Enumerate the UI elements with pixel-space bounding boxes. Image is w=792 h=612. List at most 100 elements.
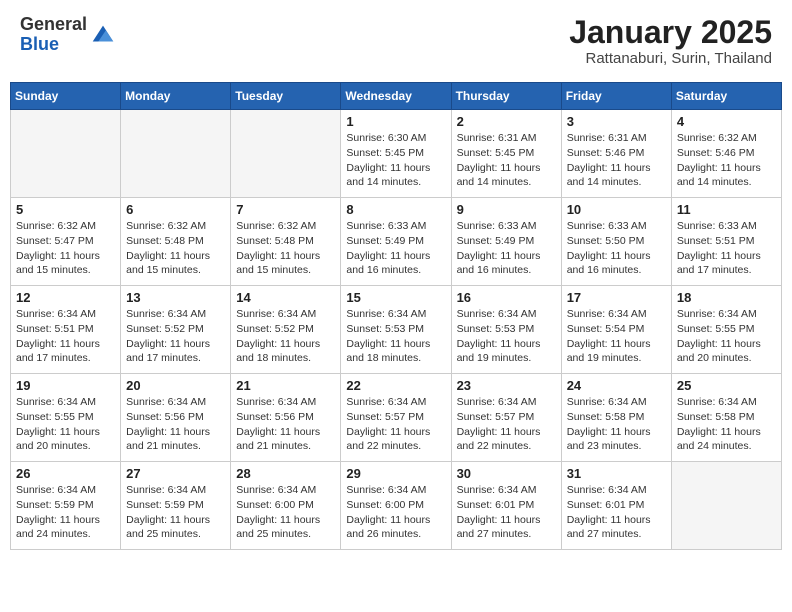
calendar-day-cell: 23Sunrise: 6:34 AMSunset: 5:57 PMDayligh… <box>451 374 561 462</box>
calendar-day-cell: 13Sunrise: 6:34 AMSunset: 5:52 PMDayligh… <box>121 286 231 374</box>
day-number: 11 <box>677 202 776 217</box>
day-info: Sunrise: 6:34 AMSunset: 5:58 PMDaylight:… <box>567 395 666 454</box>
calendar-day-cell: 15 Sunrise: 6:34 AMSunset: 5:53 PMDayligh… <box>341 286 451 374</box>
day-info: Sunrise: 6:34 AMSunset: 6:01 PMDaylight:… <box>457 483 556 542</box>
calendar-day-cell: 20 Sunrise: 6:34 AMSunset: 5:56 PMDayligh… <box>121 374 231 462</box>
calendar-day-cell: 27 Sunrise: 6:34 AMSunset: 5:59 PMDayligh… <box>121 462 231 550</box>
calendar-week-row: 26Sunrise: 6:34 AMSunset: 5:59 PMDayligh… <box>11 462 782 550</box>
day-number: 8 <box>346 202 445 217</box>
calendar-day-cell <box>231 110 341 198</box>
calendar-day-cell <box>671 462 781 550</box>
weekday-header: Saturday <box>671 83 781 110</box>
weekday-header: Sunday <box>11 83 121 110</box>
calendar-day-cell <box>121 110 231 198</box>
calendar-header-row: SundayMondayTuesdayWednesdayThursdayFrid… <box>11 83 782 110</box>
calendar-day-cell: 30Sunrise: 6:34 AMSunset: 6:01 PMDayligh… <box>451 462 561 550</box>
weekday-header: Thursday <box>451 83 561 110</box>
calendar-day-cell: 5Sunrise: 6:32 AMSunset: 5:47 PMDaylight… <box>11 198 121 286</box>
day-info: Sunrise: 6:34 AMSunset: 5:55 PMDaylight:… <box>677 307 776 366</box>
calendar-week-row: 1 Sunrise: 6:30 AMSunset: 5:45 PMDaylight… <box>11 110 782 198</box>
day-info: Sunrise: 6:31 AMSunset: 5:45 PMDaylight:… <box>457 131 556 190</box>
calendar-day-cell: 9 Sunrise: 6:33 AMSunset: 5:49 PMDaylight… <box>451 198 561 286</box>
day-info: Sunrise: 6:34 AMSunset: 5:57 PMDaylight:… <box>346 395 445 454</box>
day-info: Sunrise: 6:34 AMSunset: 5:59 PMDaylight:… <box>16 483 115 542</box>
day-info: Sunrise: 6:33 AMSunset: 5:49 PMDaylight:… <box>457 219 556 278</box>
day-info: Sunrise: 6:34 AMSunset: 5:53 PMDaylight:… <box>346 307 445 366</box>
month-title: January 2025 <box>569 15 772 50</box>
calendar-day-cell: 26Sunrise: 6:34 AMSunset: 5:59 PMDayligh… <box>11 462 121 550</box>
day-number: 19 <box>16 378 115 393</box>
day-number: 27 <box>126 466 225 481</box>
day-number: 15 <box>346 290 445 305</box>
day-info: Sunrise: 6:32 AMSunset: 5:46 PMDaylight:… <box>677 131 776 190</box>
day-number: 10 <box>567 202 666 217</box>
weekday-header: Friday <box>561 83 671 110</box>
day-number: 24 <box>567 378 666 393</box>
calendar-day-cell: 6Sunrise: 6:32 AMSunset: 5:48 PMDaylight… <box>121 198 231 286</box>
weekday-header: Wednesday <box>341 83 451 110</box>
day-info: Sunrise: 6:34 AMSunset: 5:56 PMDaylight:… <box>126 395 225 454</box>
logo-icon <box>89 21 117 49</box>
day-info: Sunrise: 6:33 AMSunset: 5:50 PMDaylight:… <box>567 219 666 278</box>
day-number: 7 <box>236 202 335 217</box>
calendar-day-cell: 14 Sunrise: 6:34 AMSunset: 5:52 PMDayligh… <box>231 286 341 374</box>
day-number: 4 <box>677 114 776 129</box>
day-number: 3 <box>567 114 666 129</box>
day-number: 18 <box>677 290 776 305</box>
calendar-day-cell: 1 Sunrise: 6:30 AMSunset: 5:45 PMDaylight… <box>341 110 451 198</box>
calendar-day-cell: 25Sunrise: 6:34 AMSunset: 5:58 PMDayligh… <box>671 374 781 462</box>
day-number: 5 <box>16 202 115 217</box>
weekday-header: Monday <box>121 83 231 110</box>
calendar-day-cell: 11Sunrise: 6:33 AMSunset: 5:51 PMDayligh… <box>671 198 781 286</box>
calendar-week-row: 12 Sunrise: 6:34 AMSunset: 5:51 PMDayligh… <box>11 286 782 374</box>
day-info: Sunrise: 6:34 AMSunset: 5:52 PMDaylight:… <box>236 307 335 366</box>
day-info: Sunrise: 6:34 AMSunset: 6:00 PMDaylight:… <box>236 483 335 542</box>
calendar-day-cell: 12 Sunrise: 6:34 AMSunset: 5:51 PMDayligh… <box>11 286 121 374</box>
day-number: 2 <box>457 114 556 129</box>
calendar-day-cell: 18 Sunrise: 6:34 AMSunset: 5:55 PMDayligh… <box>671 286 781 374</box>
logo-blue-text: Blue <box>20 34 59 54</box>
logo-general-text: General <box>20 14 87 34</box>
day-number: 21 <box>236 378 335 393</box>
day-info: Sunrise: 6:32 AMSunset: 5:48 PMDaylight:… <box>236 219 335 278</box>
day-info: Sunrise: 6:34 AMSunset: 5:53 PMDaylight:… <box>457 307 556 366</box>
page-header: General Blue January 2025 Rattanaburi, S… <box>10 10 782 72</box>
day-number: 6 <box>126 202 225 217</box>
title-block: January 2025 Rattanaburi, Surin, Thailan… <box>569 15 772 67</box>
day-info: Sunrise: 6:31 AMSunset: 5:46 PMDaylight:… <box>567 131 666 190</box>
calendar-day-cell: 2 Sunrise: 6:31 AMSunset: 5:45 PMDaylight… <box>451 110 561 198</box>
day-number: 12 <box>16 290 115 305</box>
calendar-day-cell: 28Sunrise: 6:34 AMSunset: 6:00 PMDayligh… <box>231 462 341 550</box>
day-info: Sunrise: 6:34 AMSunset: 5:55 PMDaylight:… <box>16 395 115 454</box>
logo: General Blue <box>20 15 117 55</box>
calendar-day-cell <box>11 110 121 198</box>
day-info: Sunrise: 6:34 AMSunset: 6:01 PMDaylight:… <box>567 483 666 542</box>
calendar-day-cell: 4 Sunrise: 6:32 AMSunset: 5:46 PMDaylight… <box>671 110 781 198</box>
day-number: 23 <box>457 378 556 393</box>
day-number: 29 <box>346 466 445 481</box>
day-info: Sunrise: 6:34 AMSunset: 5:59 PMDaylight:… <box>126 483 225 542</box>
day-number: 13 <box>126 290 225 305</box>
calendar-day-cell: 8Sunrise: 6:33 AMSunset: 5:49 PMDaylight… <box>341 198 451 286</box>
calendar-day-cell: 7 Sunrise: 6:32 AMSunset: 5:48 PMDaylight… <box>231 198 341 286</box>
day-number: 9 <box>457 202 556 217</box>
day-info: Sunrise: 6:34 AMSunset: 5:51 PMDaylight:… <box>16 307 115 366</box>
day-number: 17 <box>567 290 666 305</box>
calendar-table: SundayMondayTuesdayWednesdayThursdayFrid… <box>10 82 782 550</box>
day-number: 20 <box>126 378 225 393</box>
calendar-day-cell: 21 Sunrise: 6:34 AMSunset: 5:56 PMDayligh… <box>231 374 341 462</box>
calendar-day-cell: 16 Sunrise: 6:34 AMSunset: 5:53 PMDayligh… <box>451 286 561 374</box>
calendar-day-cell: 22Sunrise: 6:34 AMSunset: 5:57 PMDayligh… <box>341 374 451 462</box>
day-number: 1 <box>346 114 445 129</box>
day-info: Sunrise: 6:30 AMSunset: 5:45 PMDaylight:… <box>346 131 445 190</box>
day-info: Sunrise: 6:34 AMSunset: 5:56 PMDaylight:… <box>236 395 335 454</box>
calendar-day-cell: 3 Sunrise: 6:31 AMSunset: 5:46 PMDaylight… <box>561 110 671 198</box>
location-subtitle: Rattanaburi, Surin, Thailand <box>569 50 772 67</box>
day-number: 16 <box>457 290 556 305</box>
day-number: 31 <box>567 466 666 481</box>
day-number: 14 <box>236 290 335 305</box>
calendar-day-cell: 24 Sunrise: 6:34 AMSunset: 5:58 PMDayligh… <box>561 374 671 462</box>
calendar-week-row: 5Sunrise: 6:32 AMSunset: 5:47 PMDaylight… <box>11 198 782 286</box>
calendar-day-cell: 31 Sunrise: 6:34 AMSunset: 6:01 PMDayligh… <box>561 462 671 550</box>
day-number: 25 <box>677 378 776 393</box>
